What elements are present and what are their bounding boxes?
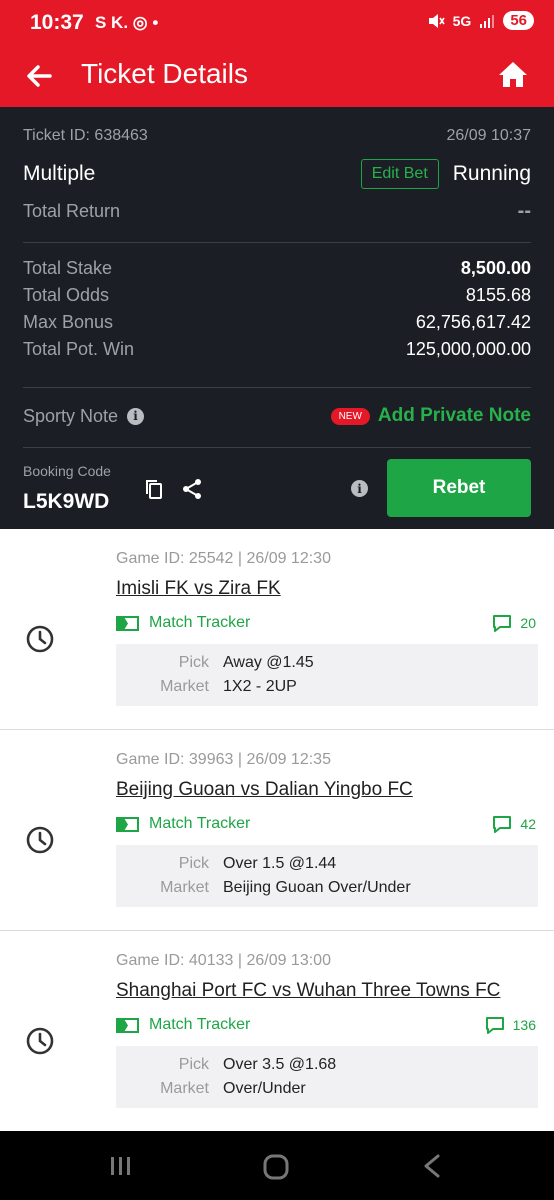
divider <box>23 447 531 448</box>
arrow-left-icon[interactable] <box>22 59 56 93</box>
home-icon[interactable] <box>496 58 530 92</box>
comments-button[interactable]: 42 <box>492 815 536 833</box>
ticket-id: Ticket ID: 638463 <box>23 127 148 144</box>
status-bar: 10:37 S K. ◎ • 5G 56 <box>0 0 554 44</box>
clock-icon <box>26 625 54 653</box>
match-tracker-button[interactable]: Match Tracker <box>116 1016 250 1034</box>
pick-label: Pick <box>178 1056 209 1073</box>
max-bonus-label: Max Bonus <box>23 312 114 332</box>
comment-icon <box>485 1017 504 1034</box>
rebet-button[interactable]: Rebet <box>387 459 531 517</box>
info-icon[interactable]: i <box>351 480 368 497</box>
game-title-link[interactable]: Beijing Guoan vs Dalian Yingbo FC <box>116 779 413 801</box>
total-odds-value: 8155.68 <box>465 285 531 305</box>
clock-icon <box>26 826 54 854</box>
market-value: Beijing Guoan Over/Under <box>223 879 411 896</box>
comments-button[interactable]: 20 <box>492 614 536 632</box>
game-card: Game ID: 40133 | 26/09 13:00 Shanghai Po… <box>0 931 554 1132</box>
notification-icons: S K. ◎ • <box>95 13 159 32</box>
home-nav-icon[interactable] <box>262 1153 290 1181</box>
comment-count: 20 <box>520 615 536 631</box>
game-list: Game ID: 25542 | 26/09 12:30 Imisli FK v… <box>0 529 554 1132</box>
divider <box>23 242 531 243</box>
comments-button[interactable]: 136 <box>485 1016 536 1034</box>
market-label: Market <box>160 1080 209 1097</box>
new-badge: NEW <box>330 407 370 425</box>
booking-code-label: Booking Code <box>23 463 111 479</box>
game-meta: Game ID: 40133 | 26/09 13:00 <box>116 952 331 969</box>
battery-level: 56 <box>503 11 534 30</box>
copy-icon[interactable] <box>142 477 166 501</box>
game-card: Game ID: 39963 | 26/09 12:35 Beijing Guo… <box>0 730 554 931</box>
total-return-label: Total Return <box>23 201 121 221</box>
signal-icon <box>480 14 495 28</box>
mute-icon <box>428 13 445 28</box>
total-return-value: -- <box>517 200 531 222</box>
network-label: 5G <box>452 12 472 29</box>
recent-apps-icon[interactable] <box>108 1153 134 1179</box>
edit-bet-button[interactable]: Edit Bet <box>360 159 439 189</box>
status-right-icons: 5G 56 <box>427 11 534 30</box>
match-tracker-label: Match Tracker <box>149 815 251 832</box>
pot-win-value: 125,000,000.00 <box>405 339 531 359</box>
sporty-note-label: Sporty Note <box>23 405 119 426</box>
game-title-link[interactable]: Imisli FK vs Zira FK <box>116 578 281 600</box>
pot-win-label: Total Pot. Win <box>23 339 135 359</box>
system-nav-bar <box>0 1131 554 1200</box>
divider <box>23 387 531 388</box>
back-nav-icon[interactable] <box>420 1153 444 1179</box>
match-tracker-icon <box>116 816 139 832</box>
ticket-summary: Ticket ID: 638463 26/09 10:37 Multiple E… <box>0 107 554 529</box>
market-value: 1X2 - 2UP <box>223 678 297 695</box>
comment-icon <box>493 816 512 833</box>
comment-count: 136 <box>512 1017 536 1033</box>
game-meta: Game ID: 39963 | 26/09 12:35 <box>116 751 331 768</box>
ticket-status: Running <box>452 162 531 185</box>
add-private-note-button[interactable]: Add Private Note <box>378 405 531 427</box>
match-tracker-button[interactable]: Match Tracker <box>116 815 250 833</box>
total-odds-label: Total Odds <box>23 285 110 305</box>
clock-icon <box>26 1027 54 1055</box>
max-bonus-value: 62,756,617.42 <box>415 312 531 332</box>
pick-value: Away @1.45 <box>223 654 314 671</box>
booking-code: L5K9WD <box>23 490 110 513</box>
comment-count: 42 <box>520 816 536 832</box>
market-label: Market <box>160 678 209 695</box>
market-label: Market <box>160 879 209 896</box>
info-icon[interactable]: i <box>127 407 145 425</box>
match-tracker-button[interactable]: Match Tracker <box>116 614 250 632</box>
pick-value: Over 1.5 @1.44 <box>223 855 337 872</box>
pick-details: Pick Away @1.45 Market 1X2 - 2UP <box>116 644 538 706</box>
share-icon[interactable] <box>180 477 204 501</box>
game-meta: Game ID: 25542 | 26/09 12:30 <box>116 550 331 567</box>
total-stake-value: 8,500.00 <box>460 258 531 278</box>
pick-label: Pick <box>178 654 209 671</box>
game-card: Game ID: 25542 | 26/09 12:30 Imisli FK v… <box>0 529 554 730</box>
pick-details: Pick Over 3.5 @1.68 Market Over/Under <box>116 1046 538 1108</box>
comment-icon <box>493 615 512 632</box>
match-tracker-icon <box>116 615 139 631</box>
ticket-datetime: 26/09 10:37 <box>446 127 531 144</box>
match-tracker-icon <box>116 1017 139 1033</box>
total-stake-label: Total Stake <box>23 258 113 278</box>
pick-value: Over 3.5 @1.68 <box>223 1056 337 1073</box>
market-value: Over/Under <box>223 1080 306 1097</box>
bet-type: Multiple <box>23 162 96 185</box>
status-time: 10:37 <box>30 11 84 34</box>
app-header: Ticket Details <box>0 44 554 107</box>
pick-details: Pick Over 1.5 @1.44 Market Beijing Guoan… <box>116 845 538 907</box>
game-title-link[interactable]: Shanghai Port FC vs Wuhan Three Towns FC <box>116 980 500 1002</box>
match-tracker-label: Match Tracker <box>149 1016 251 1033</box>
page-title: Ticket Details <box>81 58 249 89</box>
match-tracker-label: Match Tracker <box>149 614 251 631</box>
pick-label: Pick <box>178 855 209 872</box>
